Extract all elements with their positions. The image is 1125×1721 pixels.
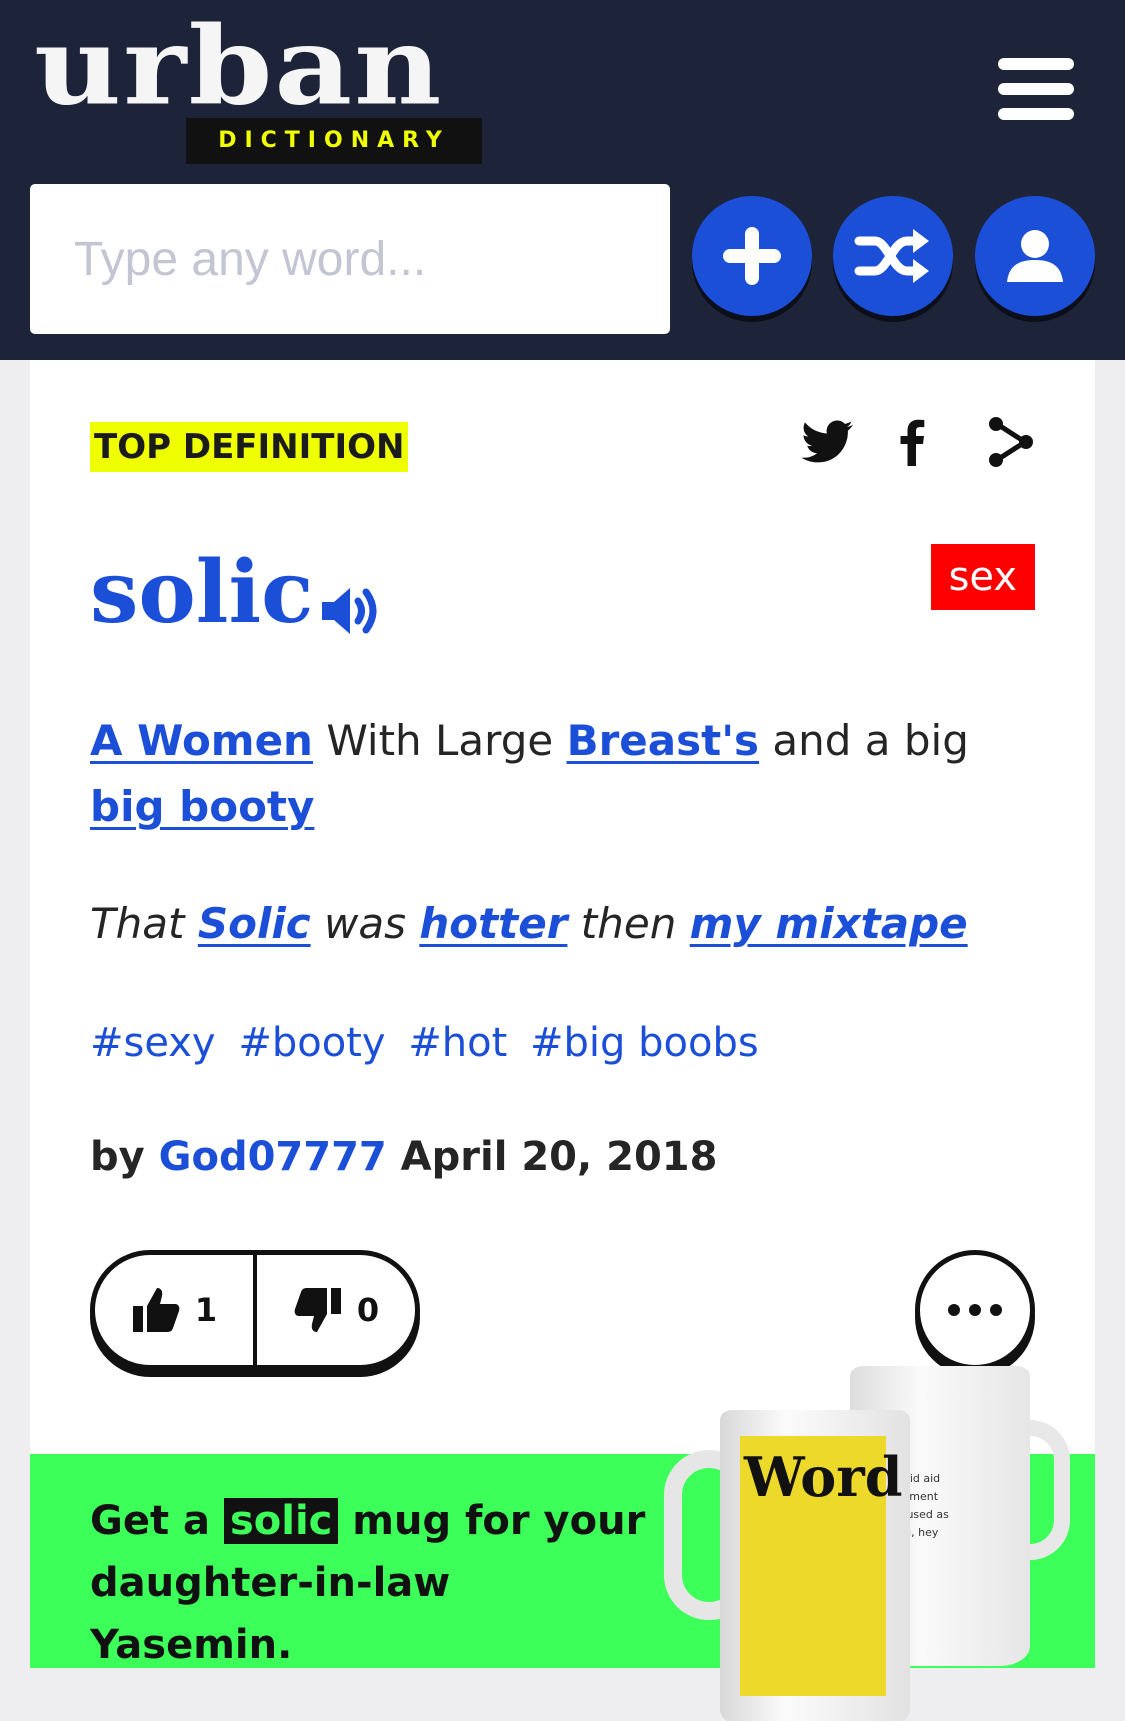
share-button[interactable] <box>986 412 1036 472</box>
definition-card: TOP DEFINITION solic sex A Women With La… <box>30 360 1095 1721</box>
facebook-icon <box>900 419 925 466</box>
hashtag-link[interactable]: #big boobs <box>530 1020 759 1066</box>
mug-label-word: Word <box>744 1445 903 1509</box>
pronounce-speaker-icon[interactable] <box>318 582 382 644</box>
author-link[interactable]: God07777 <box>159 1134 387 1180</box>
upvote-button[interactable]: 1 <box>95 1255 253 1365</box>
hashtag-list: #sexy #booty #hot #big boobs <box>90 1016 769 1070</box>
search-input[interactable] <box>30 184 670 334</box>
example-text: That <box>90 899 198 948</box>
category-tag[interactable]: sex <box>930 544 1035 610</box>
promo-text: Get a solic mug for your daughter-in-law… <box>90 1490 650 1676</box>
promo-text-before: Get a <box>90 1498 224 1544</box>
plus-icon <box>723 227 781 285</box>
ellipsis-dot <box>969 1304 981 1316</box>
example-link[interactable]: hotter <box>419 899 567 948</box>
facebook-share-button[interactable] <box>892 412 932 472</box>
random-word-button[interactable] <box>833 196 953 316</box>
shuffle-icon <box>854 229 929 283</box>
hamburger-menu-icon[interactable] <box>998 58 1074 128</box>
example-link[interactable]: my mixtape <box>690 899 968 948</box>
hashtag-link[interactable]: #sexy <box>90 1020 216 1066</box>
meaning-link[interactable]: big booty <box>90 782 314 831</box>
contributor-line: by God07777 April 20, 2018 <box>90 1130 717 1184</box>
add-definition-button[interactable] <box>692 196 812 316</box>
logo-wordmark: urban <box>34 2 444 130</box>
meaning-link[interactable]: Breast's <box>567 716 760 765</box>
definition-example: That Solic was hotter then my mixtape <box>90 894 1050 954</box>
downvote-count: 0 <box>356 1291 380 1329</box>
top-definition-badge: TOP DEFINITION <box>90 422 409 472</box>
ellipsis-dot <box>990 1304 1002 1316</box>
twitter-icon <box>802 420 853 463</box>
thumbs-up-icon <box>132 1288 180 1332</box>
hashtag-link[interactable]: #booty <box>238 1020 385 1066</box>
meaning-link[interactable]: A Women <box>90 716 313 765</box>
user-icon <box>1007 230 1063 282</box>
user-account-button[interactable] <box>975 196 1095 316</box>
logo-subtitle: DICTIONARY <box>186 118 482 164</box>
definition-meaning: A Women With Large Breast's and a big bi… <box>90 708 1010 840</box>
meaning-text: and a big <box>759 716 969 765</box>
urban-dictionary-logo[interactable]: urban DICTIONARY <box>34 2 484 164</box>
share-icon <box>989 417 1033 467</box>
hashtag-link[interactable]: #hot <box>408 1020 507 1066</box>
vote-group: 1 0 <box>90 1250 420 1370</box>
promo-highlight-word: solic <box>223 1498 339 1544</box>
example-text: then <box>567 899 690 948</box>
downvote-button[interactable]: 0 <box>253 1255 415 1365</box>
more-options-button[interactable] <box>915 1250 1035 1370</box>
ellipsis-dot <box>948 1304 960 1316</box>
upvote-count: 1 <box>194 1291 218 1329</box>
thumbs-down-icon <box>294 1288 341 1332</box>
definition-word[interactable]: solic <box>90 550 313 636</box>
contributor-prefix: by <box>90 1134 159 1180</box>
post-date: April 20, 2018 <box>386 1134 718 1180</box>
example-link[interactable]: Solic <box>198 899 311 948</box>
site-header: urban DICTIONARY <box>0 0 1125 360</box>
meaning-text: With Large <box>312 716 567 765</box>
example-text: was <box>310 899 420 948</box>
twitter-share-button[interactable] <box>798 412 858 472</box>
